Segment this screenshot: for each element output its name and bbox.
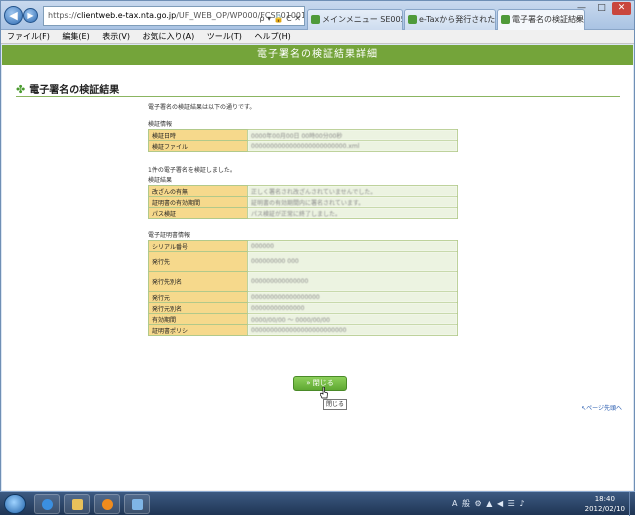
verification-result-label: 検証結果 [148, 177, 173, 184]
page-viewport: 電子署名の検証結果詳細 ✤ 電子署名の検証結果 電子署名の検証結果は以下の通りです… [2, 45, 633, 490]
address-tools[interactable]: ρ ▾ 🔒 C ✕ [259, 10, 301, 25]
menu-tools[interactable]: ツール(T) [207, 32, 242, 41]
address-host: clientweb.e-tax.nta.go.jp [76, 11, 177, 20]
close-button-label: 閉じる [312, 379, 334, 387]
address-prefix: https:// [48, 11, 77, 20]
table-row: 検証日時 0000年00月00日 00時00分00秒 [148, 129, 458, 141]
page-top-link[interactable]: ↖ページ先頭へ [581, 403, 622, 412]
menu-help[interactable]: ヘルプ(H) [254, 32, 290, 41]
minimize-button[interactable]: — [572, 2, 591, 15]
row-value: 正しく署名され改ざんされていませんでした。 [247, 185, 458, 197]
result-note: 1件の電子署名を検証しました。 [148, 167, 236, 174]
verification-result-table: 改ざんの有無 正しく署名され改ざんされていませんでした。 証明書の有効期間 証明… [148, 185, 458, 219]
back-button[interactable]: ◀ [4, 6, 23, 25]
table-row: 発行元別名 00000000000000 [148, 302, 458, 314]
row-value: 0000/00/00 ～ 0000/00/00 [247, 313, 458, 325]
table-row: 発行先別名 000000000000000 [148, 271, 458, 292]
menu-bar: ファイル(F) 編集(E) 表示(V) お気に入り(A) ツール(T) ヘルプ(… [1, 30, 634, 44]
taskbar-clock[interactable]: 18:40 2012/02/10 [585, 494, 625, 514]
table-row: 発行元 000000000000000000 [148, 291, 458, 303]
maximize-button[interactable]: □ [592, 2, 611, 15]
row-value: 0000年00月00日 00時00分00秒 [247, 129, 458, 141]
menu-edit[interactable]: 編集(E) [62, 32, 89, 41]
row-value: 000000 [247, 240, 458, 252]
taskbar-app[interactable] [124, 494, 150, 514]
show-desktop-button[interactable] [629, 492, 635, 516]
tab-favicon-icon [501, 15, 510, 24]
certificate-info-table: シリアル番号 000000 発行先 000000000 000 発行先別名 00… [148, 240, 458, 336]
table-row: 発行先 000000000 000 [148, 251, 458, 272]
taskbar: A 般 ⚙ ▲ ◀ ☰ ♪ 18:40 2012/02/10 [0, 491, 635, 516]
row-value: 0000000000000000000000000 [247, 324, 458, 336]
address-bar[interactable]: https://clientweb.e-tax.nta.go.jp/UF_WEB… [43, 6, 305, 26]
row-value: 証明書の有効期間内に署名されています。 [247, 196, 458, 208]
verification-info-table: 検証日時 0000年00月00日 00時00分00秒 検証ファイル 000000… [148, 129, 458, 152]
certificate-info-label: 電子証明書情報 [148, 232, 191, 239]
browser-toolbar: ◀ ▶ https://clientweb.e-tax.nta.go.jp/UF… [1, 1, 634, 30]
row-key: 改ざんの有無 [148, 185, 248, 197]
row-key: 発行先 [148, 251, 248, 272]
table-row: 証明書の有効期間 証明書の有効期間内に署名されています。 [148, 196, 458, 208]
clock-date: 2012/02/10 [584, 505, 625, 513]
system-tray[interactable]: A 般 ⚙ ▲ ◀ ☰ ♪ [452, 498, 525, 509]
row-value: 00000000000000 [247, 302, 458, 314]
result-content: 電子署名の検証結果は以下の通りです。 検証情報 検証日時 0000年00月00日… [148, 103, 458, 336]
table-row: パス検証 パス検証が正常に終了しました。 [148, 207, 458, 219]
table-row: 有効期間 0000/00/00 ～ 0000/00/00 [148, 313, 458, 325]
menu-favorites[interactable]: お気に入り(A) [143, 32, 195, 41]
row-key: 検証日時 [148, 129, 248, 141]
clover-icon: ✤ [16, 83, 26, 96]
tab-favicon-icon [408, 15, 417, 24]
verification-info-label: 検証情報 [148, 121, 173, 128]
hand-cursor-icon [320, 387, 328, 399]
row-key: パス検証 [148, 207, 248, 219]
menu-view[interactable]: 表示(V) [102, 32, 130, 41]
table-row: 証明書ポリシ 0000000000000000000000000 [148, 324, 458, 336]
taskbar-ie[interactable] [34, 494, 60, 514]
section-title: 電子署名の検証結果 [29, 85, 120, 96]
tab-label: e-Taxから発行された各... [419, 15, 496, 24]
table-row: 改ざんの有無 正しく署名され改ざんされていませんでした。 [148, 185, 458, 197]
ie-icon [42, 499, 53, 510]
row-key: 検証ファイル [148, 140, 248, 152]
media-player-icon [102, 499, 113, 510]
folder-icon [72, 499, 83, 510]
tab-favicon-icon [311, 15, 320, 24]
row-value: 0000000000000000000000000.xml [247, 140, 458, 152]
page-banner: 電子署名の検証結果詳細 [2, 45, 633, 65]
taskbar-explorer[interactable] [64, 494, 90, 514]
row-value: 000000000000000000 [247, 291, 458, 303]
intro-text: 電子署名の検証結果は以下の通りです。 [148, 104, 256, 111]
forward-button[interactable]: ▶ [23, 8, 38, 23]
close-tooltip: 閉じる [323, 399, 347, 410]
window-app-icon [132, 499, 143, 510]
section-divider [16, 96, 620, 97]
row-value: 000000000 000 [247, 251, 458, 272]
tab-label: メインメニュー SE0050... [322, 15, 402, 24]
section-heading: ✤ 電子署名の検証結果 [16, 81, 119, 96]
row-value: 000000000000000 [247, 271, 458, 292]
page-top-label: ページ先頭へ [586, 405, 622, 412]
start-button[interactable] [4, 494, 26, 514]
row-key: 有効期間 [148, 313, 248, 325]
taskbar-media-player[interactable] [94, 494, 120, 514]
row-value: パス検証が正常に終了しました。 [247, 207, 458, 219]
row-key: 発行元別名 [148, 302, 248, 314]
close-window-button[interactable]: ✕ [612, 2, 631, 15]
table-row: 検証ファイル 0000000000000000000000000.xml [148, 140, 458, 152]
row-key: シリアル番号 [148, 240, 248, 252]
table-row: シリアル番号 000000 [148, 240, 458, 252]
tab-etax-issued[interactable]: e-Taxから発行された各... [404, 9, 496, 30]
row-key: 発行先別名 [148, 271, 248, 292]
menu-file[interactable]: ファイル(F) [7, 32, 50, 41]
tab-main-menu[interactable]: メインメニュー SE0050... [307, 9, 403, 30]
clock-time: 18:40 [594, 495, 615, 503]
browser-window: ◀ ▶ https://clientweb.e-tax.nta.go.jp/UF… [0, 0, 635, 515]
row-key: 発行元 [148, 291, 248, 303]
row-key: 証明書ポリシ [148, 324, 248, 336]
row-key: 証明書の有効期間 [148, 196, 248, 208]
